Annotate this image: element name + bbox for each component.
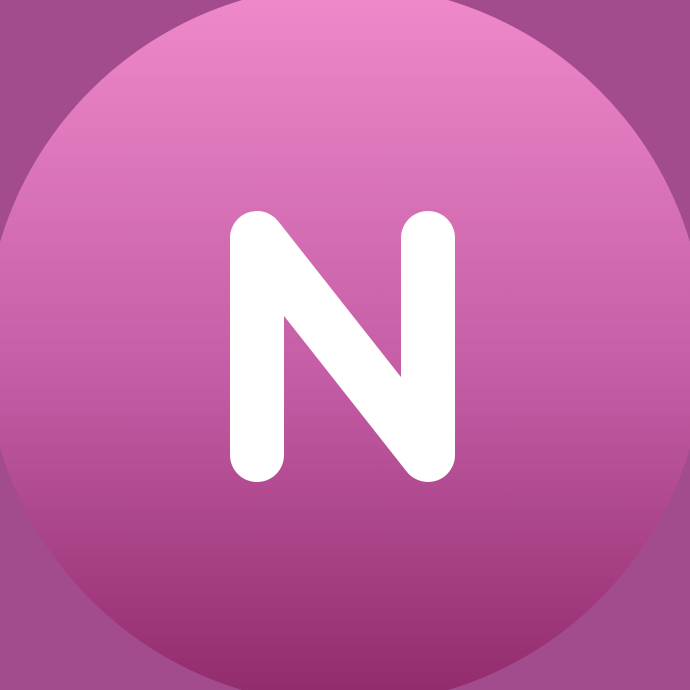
letter-n-app-icon[interactable]: N	[0, 0, 690, 690]
app-icon-graphic: N	[0, 0, 690, 690]
